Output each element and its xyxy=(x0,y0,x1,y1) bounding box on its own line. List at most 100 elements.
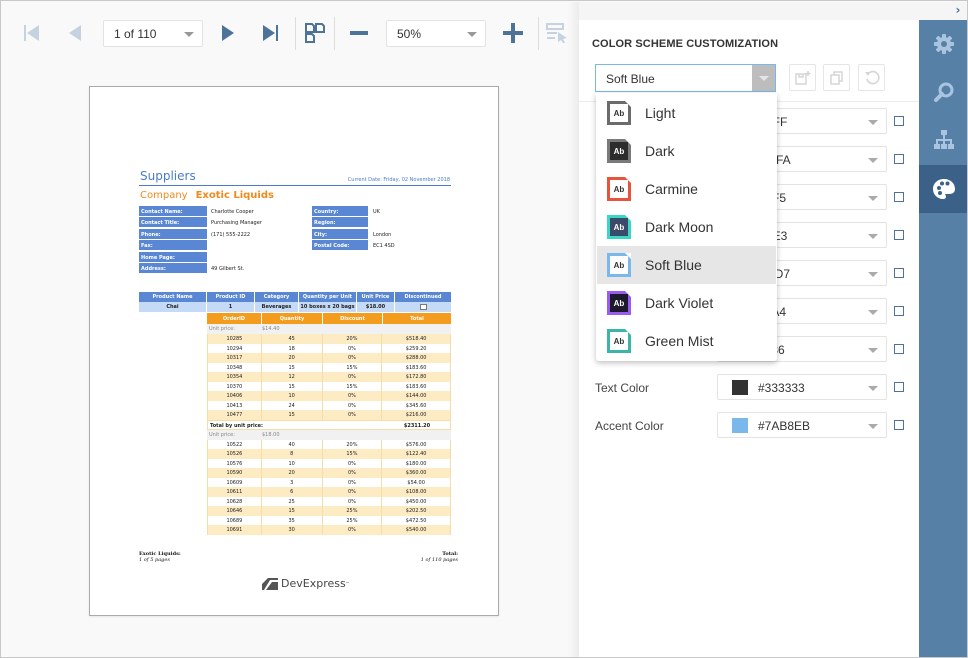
scheme-option[interactable]: Ab Light xyxy=(597,94,776,132)
order-row: 10628 25 0% $450.00 xyxy=(207,496,451,506)
chevron-down-icon xyxy=(868,272,878,277)
first-page-button[interactable] xyxy=(17,18,47,48)
info-label: Home Page: xyxy=(139,252,207,263)
color-scheme-select[interactable]: Soft Blue xyxy=(595,64,776,92)
devexpress-logo-icon xyxy=(262,577,278,590)
footer-right-pages: 1 of 110 pages xyxy=(420,557,458,563)
product-qty-per-unit: 10 boxes x 20 bags xyxy=(299,302,357,312)
toolbar-separator xyxy=(538,17,539,50)
nav-color-scheme[interactable] xyxy=(919,165,967,213)
scheme-option[interactable]: Ab Green Mist xyxy=(597,322,776,360)
order-row: 10285 45 20% $518.40 xyxy=(207,334,451,344)
order-cell: $183.60 xyxy=(405,383,427,390)
zoom-in-button[interactable] xyxy=(498,18,528,48)
unit-price-row: Unit price: $14.40 xyxy=(207,324,451,334)
color-checkbox[interactable] xyxy=(894,344,904,354)
order-cell: $216.00 xyxy=(405,412,427,418)
multipage-icon xyxy=(305,23,325,43)
order-cell: 10477 xyxy=(208,410,262,420)
order-cell: $450.00 xyxy=(405,498,427,505)
color-picker-field[interactable]: #7AB8EB xyxy=(717,412,887,438)
color-swatch xyxy=(732,418,748,433)
order-cell: 10413 xyxy=(208,400,262,410)
color-checkbox[interactable] xyxy=(894,382,904,392)
toolbar-separator xyxy=(295,17,296,50)
info-value: 49 Gilbert St. xyxy=(211,266,245,272)
scheme-preview-icon: Ab xyxy=(607,291,631,315)
previous-page-button[interactable] xyxy=(60,18,90,48)
reset-scheme-button[interactable] xyxy=(858,64,885,91)
next-page-button[interactable] xyxy=(213,18,243,48)
order-cell: 10370 xyxy=(208,381,262,391)
nav-search[interactable] xyxy=(919,68,967,116)
order-cell: $472.50 xyxy=(405,517,427,524)
product-column-header: Unit Price xyxy=(357,292,395,302)
color-checkbox[interactable] xyxy=(894,268,904,278)
save-as-new-scheme-button[interactable] xyxy=(789,64,816,91)
page-selector-value: 1 of 110 xyxy=(114,27,157,41)
chevron-down-icon xyxy=(868,120,878,125)
scheme-option-label: Dark xyxy=(645,143,675,159)
color-picker-field[interactable]: #333333 xyxy=(717,374,887,400)
chevron-down-icon[interactable] xyxy=(752,65,775,91)
color-checkbox[interactable] xyxy=(894,116,904,126)
order-cell: 24 xyxy=(262,400,323,410)
unit-price-label: Unit price: xyxy=(209,431,235,438)
order-row: 10689 35 25% $472.50 xyxy=(207,515,451,525)
selected-scheme: Soft Blue xyxy=(606,72,655,86)
scheme-option-label: Carmine xyxy=(645,181,698,197)
scheme-option[interactable]: Ab Soft Blue xyxy=(597,246,776,284)
document-viewer: 1 of 110 50% Suppliers Current Date: Fri… xyxy=(2,2,580,657)
footer-left-pages: 1 of 5 pages xyxy=(139,557,170,563)
color-checkbox[interactable] xyxy=(894,154,904,164)
last-page-button[interactable] xyxy=(256,18,286,48)
color-checkbox[interactable] xyxy=(894,230,904,240)
title-divider xyxy=(139,185,451,186)
product-column-header: Product Name xyxy=(139,292,207,302)
color-checkbox[interactable] xyxy=(894,306,904,316)
scheme-option-label: Dark Moon xyxy=(645,219,714,235)
color-checkbox[interactable] xyxy=(894,192,904,202)
multipage-button[interactable] xyxy=(300,18,330,48)
scheme-option[interactable]: Ab Dark Violet xyxy=(597,284,776,322)
scheme-preview-icon: Ab xyxy=(607,101,631,125)
color-swatch xyxy=(732,380,748,395)
copy-icon xyxy=(829,70,843,85)
order-cell: 30 xyxy=(262,525,323,535)
nav-settings[interactable] xyxy=(919,20,967,68)
color-scheme-dropdown-list: Ab Light Ab Dark Ab Carmine Ab Dark Moon Ab Soft … xyxy=(596,93,777,361)
scheme-preview-icon: Ab xyxy=(607,215,631,239)
order-cell: 15 xyxy=(262,410,323,420)
order-cell: 25 xyxy=(262,496,323,506)
scheme-option-label: Soft Blue xyxy=(645,257,702,273)
color-checkbox[interactable] xyxy=(894,420,904,430)
toolbar-separator xyxy=(334,17,335,50)
collapse-panel-button[interactable]: › xyxy=(950,3,966,19)
scheme-option[interactable]: Ab Dark Moon xyxy=(597,208,776,246)
page-selector[interactable]: 1 of 110 xyxy=(103,20,203,47)
zoom-selector[interactable]: 50% xyxy=(386,20,486,47)
last-page-icon xyxy=(263,25,278,41)
minus-icon xyxy=(350,31,368,35)
order-row: 10611 6 0% $108.00 xyxy=(207,487,451,497)
order-cell: 0% xyxy=(323,410,383,420)
info-value: EC1 4SD xyxy=(373,243,395,249)
order-cell: 10689 xyxy=(208,515,262,525)
orders-column-header: Total xyxy=(410,316,424,322)
order-cell: $183.60 xyxy=(405,364,427,371)
product-table-header: Product Name Product ID Category Quantity p… xyxy=(139,292,451,302)
zoom-out-button[interactable] xyxy=(344,18,374,48)
order-cell: 10 xyxy=(262,391,323,401)
scheme-option[interactable]: Ab Carmine xyxy=(597,170,776,208)
order-cell: $108.00 xyxy=(405,489,427,495)
duplicate-scheme-button[interactable] xyxy=(823,64,850,91)
order-cell: 15% xyxy=(323,362,383,372)
product-column-header: Product ID xyxy=(207,292,255,302)
info-label: Contact Name: xyxy=(139,206,207,217)
product-row: Chai 1 Beverages 10 boxes x 20 bags $18.… xyxy=(139,302,451,312)
nav-document-map[interactable] xyxy=(919,116,967,164)
scheme-option[interactable]: Ab Dark xyxy=(597,132,776,170)
order-cell: 0% xyxy=(323,400,383,410)
cursor-select-icon xyxy=(546,23,567,43)
viewer-toolbar: 1 of 110 50% xyxy=(2,2,579,62)
